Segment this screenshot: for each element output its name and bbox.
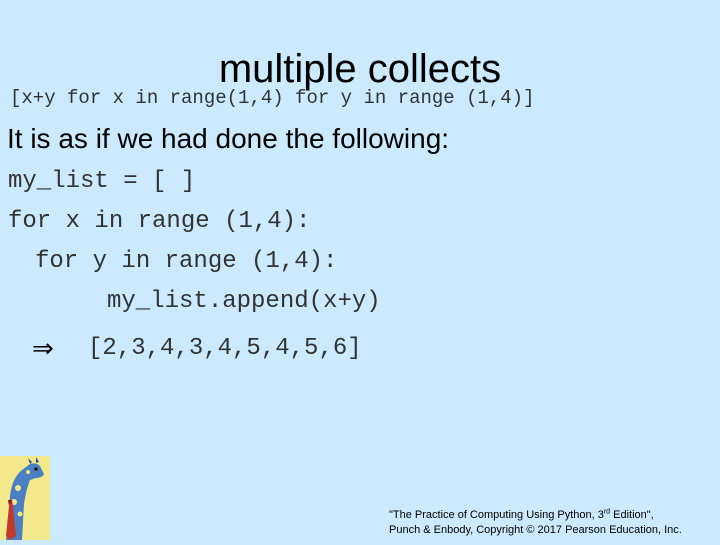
slide: multiple collects [x+y for x in range(1,… — [0, 0, 720, 540]
footer-line-1-before: "The Practice of Computing Using Python,… — [389, 509, 604, 521]
code-line-2: for x in range (1,4): — [8, 208, 311, 235]
result-list: [2,3,4,3,4,5,4,5,6] — [88, 335, 362, 362]
footer-line-1: "The Practice of Computing Using Python,… — [389, 508, 682, 523]
intro-text: It is as if we had done the following: — [7, 123, 450, 154]
code-line-3: for y in range (1,4): — [35, 248, 338, 275]
implies-arrow-icon: ⇒ — [32, 334, 54, 364]
footer-line-1-after: Edition", — [610, 509, 654, 521]
code-line-4: my_list.append(x+y) — [107, 288, 381, 315]
giraffe-mascot-icon — [0, 456, 50, 540]
copyright-footer: "The Practice of Computing Using Python,… — [389, 508, 682, 538]
footer-line-2: Punch & Enbody, Copyright © 2017 Pearson… — [389, 524, 682, 536]
code-line-1: my_list = [ ] — [8, 168, 196, 195]
list-comprehension-code: [x+y for x in range(1,4) for y in range … — [10, 87, 535, 109]
giraffe-mascot-graphic — [0, 456, 50, 540]
